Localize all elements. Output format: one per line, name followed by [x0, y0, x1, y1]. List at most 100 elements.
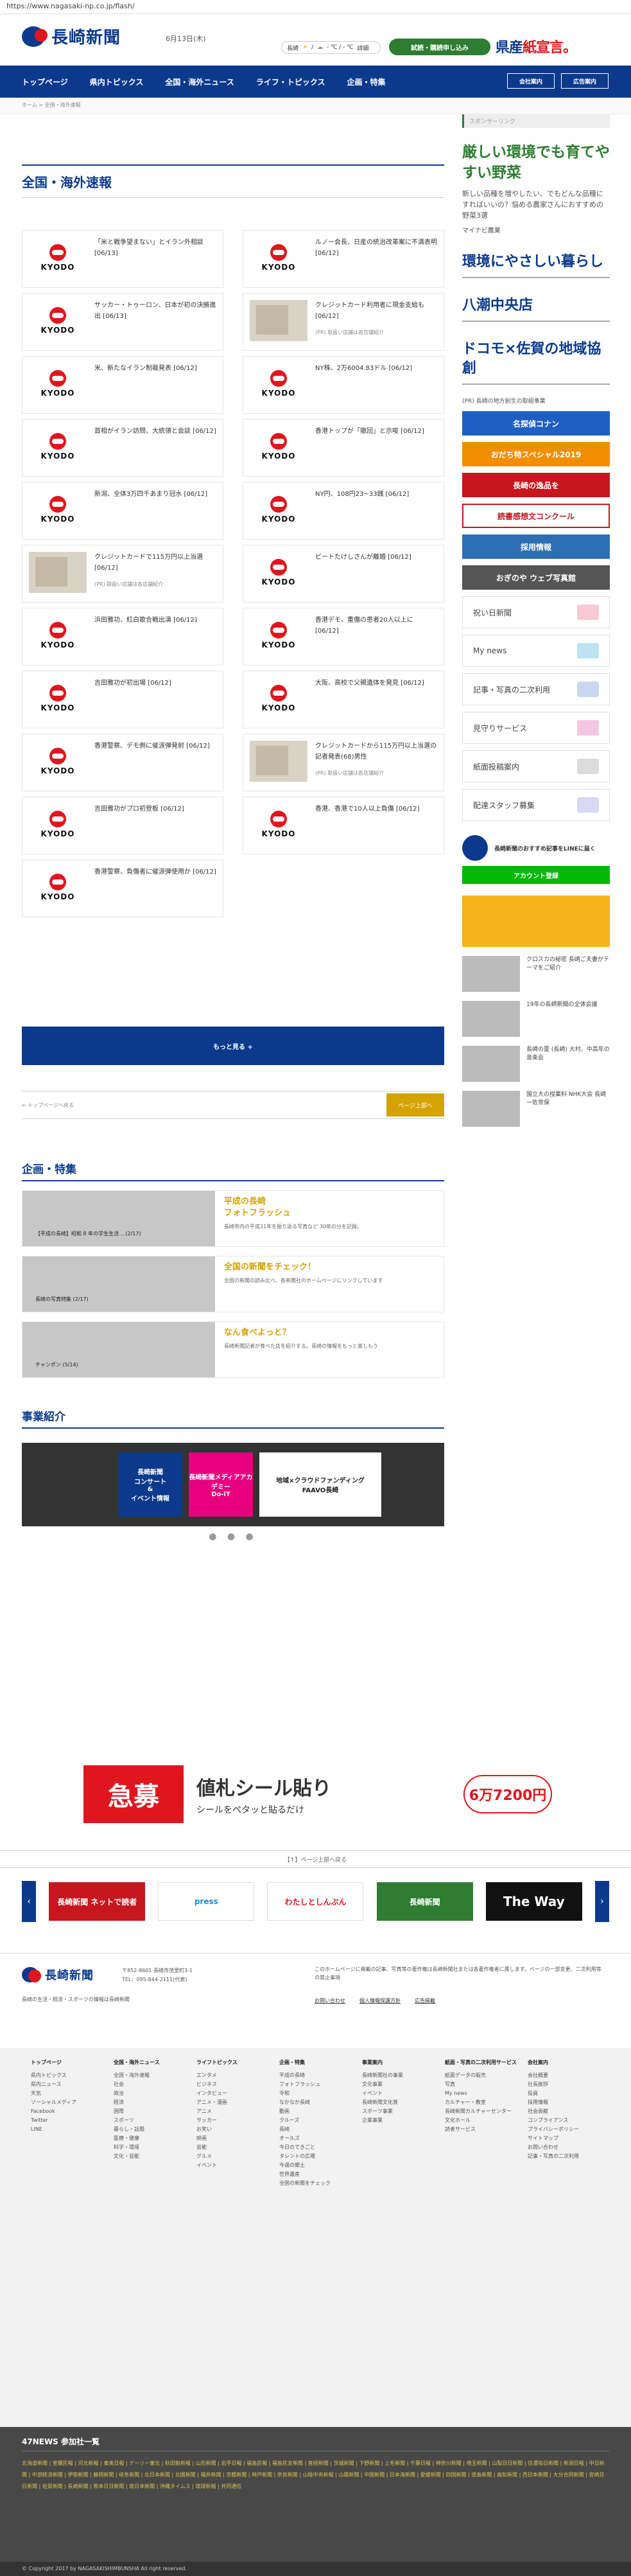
sitemap-link[interactable]: My news	[445, 2089, 528, 2098]
nav-life-topics[interactable]: ライフ・トピックス	[256, 76, 325, 87]
sitemap-link[interactable]: 世界遺産	[279, 2170, 362, 2179]
service-link[interactable]: 見守りサービス	[462, 712, 610, 744]
article-card[interactable]: KYODO 米、新たなイラン制裁発表 [06/12]	[22, 356, 223, 414]
sitemap-link[interactable]: 科学・環境	[114, 2143, 196, 2152]
sitemap-link[interactable]: お問い合わせ	[528, 2143, 610, 2152]
sitemap-link[interactable]: 今週の郷土	[279, 2161, 362, 2170]
service-link[interactable]: 紙面投稿案内	[462, 750, 610, 782]
weather-detail-link[interactable]: 詳細	[357, 44, 368, 52]
article-card[interactable]: KYODO サッカー・トゥーロン、日本が初の決勝進出 [06/13]	[22, 293, 223, 351]
article-card[interactable]: KYODO 香港トップが「撤回」と示唆 [06/12]	[243, 419, 444, 477]
conan-banner[interactable]: 名探偵コナン	[462, 411, 610, 436]
sitemap-link[interactable]: 読者サービス	[445, 2125, 528, 2134]
article-card[interactable]: KYODO 香港警察、デモ側に催涙弾発射 [06/12]	[22, 734, 223, 791]
contact-link[interactable]: お問い合わせ	[315, 1997, 345, 2004]
sitemap-link[interactable]: なかなか長崎	[279, 2098, 362, 2107]
sitemap-link[interactable]: 長崎新聞カルチャーセンター	[445, 2107, 528, 2116]
sitemap-link[interactable]: 動画	[279, 2107, 362, 2116]
feature-item[interactable]: 長崎の写真特集 (2/17) 全国の新聞をチェック！ 全国の新聞の読み比べ、各新聞社…	[22, 1256, 444, 1312]
concert-event-banner[interactable]: 長崎新聞 コンサート & イベント情報	[118, 1452, 182, 1517]
sitemap-heading[interactable]: 事業案内	[362, 2058, 445, 2067]
nagasaki-goods-banner[interactable]: 長崎の逸品を	[462, 473, 610, 497]
sitemap-link[interactable]: 社会貢献	[528, 2107, 610, 2116]
sidebar-news-item[interactable]: 19年の長崎新聞の全体会議	[462, 1001, 610, 1037]
carousel-dots[interactable]: ● ● ●	[22, 1531, 444, 1542]
sitemap-link[interactable]: クルーズ	[279, 2116, 362, 2125]
sitemap-link[interactable]: 全国の新聞をチェック	[279, 2179, 362, 2188]
sitemap-link[interactable]: 役員	[528, 2089, 610, 2098]
essay-contest-banner[interactable]: 読書感想文コンクール	[462, 504, 610, 528]
sitemap-link[interactable]: 長崎	[279, 2125, 362, 2134]
sitemap-link[interactable]: 国際	[114, 2107, 196, 2116]
sitemap-link[interactable]: 社長挨拶	[528, 2080, 610, 2089]
sidebar-news-item[interactable]: 長崎の夏 (長崎) 大村、中高年の音楽会	[462, 1046, 610, 1082]
sitemap-link[interactable]: 採用情報	[528, 2098, 610, 2107]
article-card[interactable]: KYODO NY株、2万6004.83ドル [06/12]	[243, 356, 444, 414]
sitemap-link[interactable]: 医療・健康	[114, 2134, 196, 2143]
sitemap-link[interactable]: 会社概要	[528, 2071, 610, 2080]
feature-item[interactable]: 【平成の長崎】昭和 8 年の学生生活 ...(2/17) 平成の長崎 フォトフラッ…	[22, 1190, 444, 1247]
back-to-top-link[interactable]: ← トップページへ戻る	[22, 1102, 74, 1109]
sitemap-heading[interactable]: 会社案内	[528, 2058, 610, 2067]
sitemap-link[interactable]: 写真	[445, 2080, 528, 2089]
footer-page-top-bar[interactable]: 【↑】ページ上部へ戻る	[0, 1850, 631, 1868]
nav-features[interactable]: 企画・特集	[347, 76, 385, 87]
ad-docomo-saga[interactable]: ドコモ×佐賀の地域協創	[462, 340, 610, 385]
article-card[interactable]: KYODO 吉田雅功が初出場 [06/12]	[22, 671, 223, 728]
carousel-prev-icon[interactable]: ‹	[22, 1881, 36, 1922]
sidebar-news-item[interactable]: 国立大の授業料 NHK大会 長崎ー佐世保	[462, 1091, 610, 1127]
sidebar-news-item[interactable]: クロスカの秘密 長崎ご夫妻がテーマをご紹介	[462, 956, 610, 992]
site-logo[interactable]: 長崎新聞	[22, 24, 121, 48]
sitemap-link[interactable]: フォトフラッシュ	[279, 2080, 362, 2089]
carousel-item-4[interactable]: 長崎新聞	[376, 1882, 473, 1921]
article-card[interactable]: KYODO 「米と戦争望まない」とイラン外相談 [06/13]	[22, 230, 223, 288]
article-card[interactable]: クレジットカードで115万円以上当選 [06/12] (PR) 取扱い店舗は各店舗…	[22, 545, 223, 603]
sitemap-link[interactable]: 県内ニュース	[31, 2080, 114, 2089]
article-card[interactable]: KYODO 香港警察、負傷者に催涙弾使用か [06/12]	[22, 860, 223, 917]
nav-local-topics[interactable]: 県内トピックス	[90, 76, 144, 87]
sitemap-heading[interactable]: 全国・海外ニュース	[114, 2058, 196, 2067]
kenyo-paper-banner[interactable]: 県産紙宣言。	[496, 36, 577, 57]
sitemap-link[interactable]: 政治	[114, 2089, 196, 2098]
sitemap-link[interactable]: 長崎新聞社の事業	[362, 2071, 445, 2080]
service-link[interactable]: 配達スタッフ募集	[462, 789, 610, 821]
sitemap-link[interactable]: 社会	[114, 2080, 196, 2089]
faavo-banner[interactable]: 地域×クラウドファンディング FAAVO長崎	[259, 1452, 381, 1517]
service-link[interactable]: 記事・写真の二次利用	[462, 673, 610, 705]
sitemap-link[interactable]: 県内トピックス	[31, 2071, 114, 2080]
sitemap-link[interactable]: Twitter	[31, 2116, 114, 2125]
article-card[interactable]: KYODO 新潟、全体3万四千あまり冠水 [06/12]	[22, 482, 223, 540]
sitemap-link[interactable]: イベント	[196, 2161, 279, 2170]
sitemap-link[interactable]: 芸能	[196, 2143, 279, 2152]
article-card[interactable]: KYODO 大阪、高校で父親遺体を発見 [06/12]	[243, 671, 444, 728]
nav-ad-info-button[interactable]: 広告案内	[561, 73, 609, 89]
sitemap-link[interactable]: プライバシーポリシー	[528, 2125, 610, 2134]
footer-logo[interactable]: 長崎新聞	[22, 1966, 94, 1983]
ad-link[interactable]: 広告掲載	[415, 1997, 435, 2004]
carousel-item-1[interactable]: 長崎新聞 ネットで読者	[49, 1882, 146, 1921]
sitemap-link[interactable]: グルメ	[196, 2152, 279, 2161]
ad-eco-life[interactable]: 環境にやさしい暮らし	[462, 252, 610, 278]
article-card[interactable]: クレジットカード利用者に現金支給も [06/12] (PR) 取扱い店舗は各店舗紹…	[243, 293, 444, 351]
sitemap-link[interactable]: 天気	[31, 2089, 114, 2098]
sitemap-link[interactable]: イベント	[362, 2089, 445, 2098]
article-card[interactable]: KYODO 香港、香港で10人以上負傷 [06/12]	[243, 797, 444, 854]
nav-top[interactable]: トップページ	[22, 76, 68, 87]
sitemap-link[interactable]: 文化・芸能	[114, 2152, 196, 2161]
sitemap-link[interactable]: サイトマップ	[528, 2134, 610, 2143]
trial-subscription-button[interactable]: 試読・購読申し込み	[389, 39, 490, 55]
feature-item[interactable]: チャンポン (5/14) なん食べよっと？ 長崎新聞記者が食べた店を紹介する。長崎の…	[22, 1321, 444, 1378]
sitemap-link[interactable]: カルチャー・教室	[445, 2098, 528, 2107]
ad-yashio[interactable]: 八潮中央店	[462, 296, 610, 322]
price-sticker-ad[interactable]: 急募 値札シール貼り シールをペタッと貼るだけ 6万7200円	[83, 1765, 552, 1823]
sitemap-link[interactable]: タレントの広場	[279, 2152, 362, 2161]
sitemap-link[interactable]: ソーシャルメディア	[31, 2098, 114, 2107]
sitemap-link[interactable]: オールズ	[279, 2134, 362, 2143]
sitemap-link[interactable]: 経済	[114, 2098, 196, 2107]
sitemap-link[interactable]: 暮らし・話題	[114, 2125, 196, 2134]
article-card[interactable]: KYODO 浜田雅功、紅白歌合戦出演 [06/12]	[22, 608, 223, 666]
sitemap-link[interactable]: サッカー	[196, 2116, 279, 2125]
sitemap-link[interactable]: アニメ	[196, 2107, 279, 2116]
photo-gallery-banner[interactable]: おぎのや ウェブ写真館	[462, 565, 610, 590]
recruit-banner[interactable]: 採用情報	[462, 534, 610, 559]
